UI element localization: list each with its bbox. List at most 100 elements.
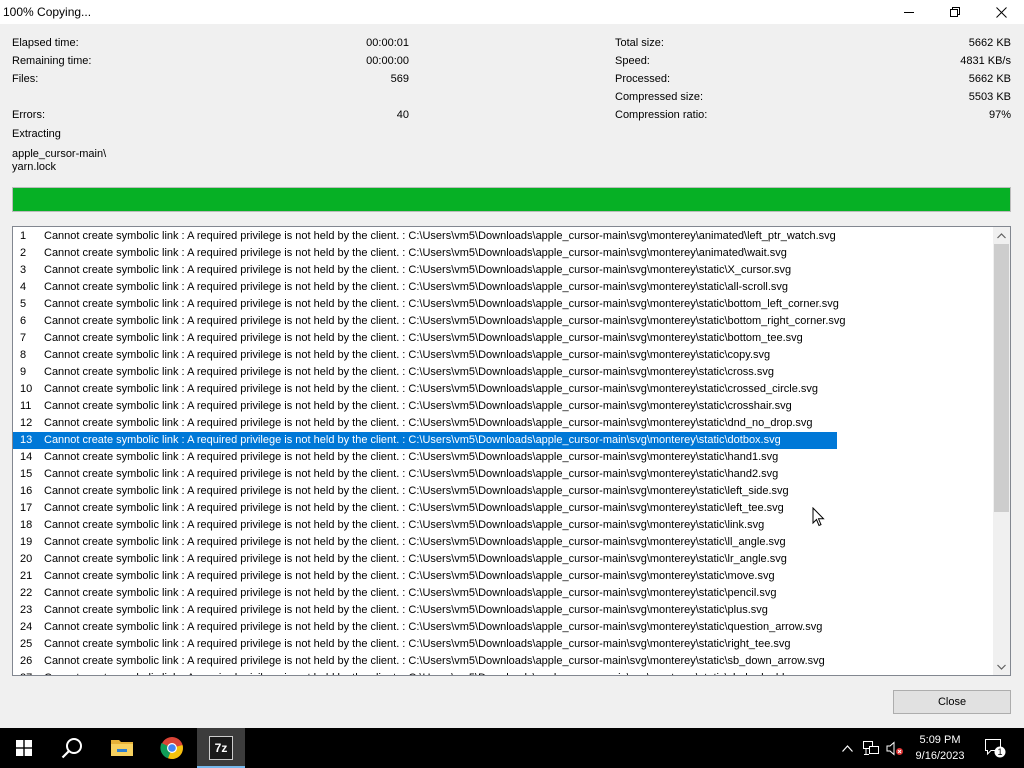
- log-row-number: 4: [20, 281, 27, 293]
- network-icon: [862, 740, 879, 755]
- log-row[interactable]: 1 Cannot create symbolic link : A require…: [13, 228, 837, 245]
- errors-value: 40: [396, 109, 409, 121]
- log-row-message: Cannot create symbolic link : A required…: [44, 485, 789, 497]
- log-row-number: 19: [20, 536, 33, 548]
- log-row-number: 16: [20, 485, 33, 497]
- chevron-up-icon: [997, 232, 1006, 238]
- log-row-number: 15: [20, 468, 33, 480]
- scroll-down-button[interactable]: [993, 658, 1010, 675]
- 7zip-button[interactable]: 7z: [197, 728, 245, 768]
- window-title: 100% Copying...: [3, 5, 92, 19]
- log-row-message: Cannot create symbolic link : A required…: [44, 315, 846, 327]
- close-window-button[interactable]: [978, 0, 1024, 24]
- log-row[interactable]: 20 Cannot create symbolic link : A requir…: [13, 551, 837, 568]
- mouse-cursor-icon: [812, 507, 825, 527]
- log-row[interactable]: 26 Cannot create symbolic link : A requir…: [13, 653, 837, 670]
- minimize-icon: [904, 12, 914, 13]
- volume-muted-icon: [886, 740, 903, 756]
- log-row-message: Cannot create symbolic link : A required…: [44, 468, 779, 480]
- log-row-message: Cannot create symbolic link : A required…: [44, 349, 771, 361]
- log-row-message: Cannot create symbolic link : A required…: [44, 502, 784, 514]
- file-explorer-button[interactable]: [98, 728, 146, 768]
- log-row[interactable]: 21 Cannot create symbolic link : A requir…: [13, 568, 837, 585]
- log-row-number: 27: [20, 670, 32, 675]
- log-row-number: 17: [20, 502, 33, 514]
- log-row[interactable]: 27 Cannot create symbolic link : A requir…: [13, 670, 844, 675]
- log-row-number: 11: [20, 400, 32, 412]
- minimize-button[interactable]: [886, 0, 932, 24]
- processed-value: 5662 KB: [968, 73, 1011, 85]
- log-row-message: Cannot create symbolic link : A required…: [44, 638, 791, 650]
- speed-label: Speed:: [615, 55, 650, 67]
- files-value: 569: [390, 73, 409, 85]
- log-row[interactable]: 18 Cannot create symbolic link : A requir…: [13, 517, 837, 534]
- scroll-thumb[interactable]: [994, 244, 1009, 512]
- current-file: yarn.lock: [12, 161, 57, 173]
- log-row-message: Cannot create symbolic link : A required…: [44, 604, 768, 616]
- show-hidden-icons-button[interactable]: [838, 728, 856, 768]
- compression-ratio-value: 97%: [988, 109, 1011, 121]
- log-row[interactable]: 24 Cannot create symbolic link : A requir…: [13, 619, 837, 636]
- restore-icon: [950, 7, 960, 17]
- chrome-button[interactable]: [148, 728, 196, 768]
- search-icon: [61, 738, 82, 759]
- close-button[interactable]: Close: [893, 690, 1011, 714]
- log-row-number: 12: [20, 417, 33, 429]
- log-row-message: Cannot create symbolic link : A required…: [44, 434, 781, 446]
- log-row[interactable]: 13 Cannot create symbolic link : A requir…: [13, 432, 837, 449]
- log-row-number: 5: [20, 298, 27, 310]
- system-clock[interactable]: 5:09 PM 9/16/2023: [906, 732, 974, 764]
- log-row[interactable]: 14 Cannot create symbolic link : A requir…: [13, 449, 837, 466]
- log-row[interactable]: 2 Cannot create symbolic link : A require…: [13, 245, 837, 262]
- log-row[interactable]: 6 Cannot create symbolic link : A require…: [13, 313, 846, 330]
- vertical-scrollbar[interactable]: [993, 227, 1010, 675]
- log-row-number: 9: [20, 366, 27, 378]
- log-row[interactable]: 4 Cannot create symbolic link : A require…: [13, 279, 837, 296]
- log-row[interactable]: 22 Cannot create symbolic link : A requir…: [13, 585, 837, 602]
- current-path: apple_cursor-main\: [12, 148, 107, 160]
- log-row-number: 13: [20, 434, 33, 446]
- restore-button[interactable]: [932, 0, 978, 24]
- log-row-message: Cannot create symbolic link : A required…: [44, 519, 765, 531]
- log-row[interactable]: 3 Cannot create symbolic link : A require…: [13, 262, 837, 279]
- start-button[interactable]: [0, 728, 48, 768]
- action-center-button[interactable]: 1: [980, 728, 1010, 768]
- remaining-time-value: 00:00:00: [366, 55, 409, 67]
- log-row-message: Cannot create symbolic link : A required…: [44, 247, 787, 259]
- log-row[interactable]: 25 Cannot create symbolic link : A requir…: [13, 636, 837, 653]
- log-row[interactable]: 7 Cannot create symbolic link : A require…: [13, 330, 837, 347]
- log-row[interactable]: 17 Cannot create symbolic link : A requir…: [13, 500, 837, 517]
- log-row[interactable]: 12 Cannot create symbolic link : A requir…: [13, 415, 837, 432]
- elapsed-time-label: Elapsed time:: [12, 37, 79, 49]
- log-row[interactable]: 9 Cannot create symbolic link : A require…: [13, 364, 837, 381]
- search-button[interactable]: [48, 728, 96, 768]
- log-row[interactable]: 10 Cannot create symbolic link : A requir…: [13, 381, 837, 398]
- close-icon: [995, 6, 1007, 18]
- log-row[interactable]: 16 Cannot create symbolic link : A requir…: [13, 483, 837, 500]
- chrome-icon: [160, 737, 183, 760]
- log-row-number: 7: [20, 332, 27, 344]
- remaining-time-label: Remaining time:: [12, 55, 92, 67]
- log-row-number: 18: [20, 519, 33, 531]
- log-row-message: Cannot create symbolic link : A required…: [44, 553, 787, 565]
- log-row[interactable]: 19 Cannot create symbolic link : A requir…: [13, 534, 837, 551]
- log-row[interactable]: 15 Cannot create symbolic link : A requir…: [13, 466, 837, 483]
- scroll-up-button[interactable]: [993, 227, 1010, 244]
- log-row[interactable]: 23 Cannot create symbolic link : A requir…: [13, 602, 837, 619]
- log-row-message: Cannot create symbolic link : A required…: [44, 281, 789, 293]
- network-button[interactable]: [860, 728, 882, 768]
- log-row-number: 1: [20, 230, 27, 242]
- 7zip-icon: 7z: [209, 736, 233, 760]
- log-row-number: 10: [20, 383, 33, 395]
- log-row[interactable]: 5 Cannot create symbolic link : A require…: [13, 296, 839, 313]
- clock-time: 5:09 PM: [919, 734, 961, 746]
- volume-button[interactable]: [884, 728, 906, 768]
- log-row-message: Cannot create symbolic link : A required…: [44, 230, 836, 242]
- compressed-size-value: 5503 KB: [968, 91, 1011, 103]
- log-row[interactable]: 8 Cannot create symbolic link : A require…: [13, 347, 837, 364]
- error-log-list[interactable]: 1 Cannot create symbolic link : A require…: [12, 226, 1011, 676]
- log-row[interactable]: 11 Cannot create symbolic link : A requir…: [13, 398, 837, 415]
- log-row-message: Cannot create symbolic link : A required…: [44, 298, 839, 310]
- notification-count: 1: [997, 747, 1002, 757]
- log-row-message: Cannot create symbolic link : A required…: [44, 417, 813, 429]
